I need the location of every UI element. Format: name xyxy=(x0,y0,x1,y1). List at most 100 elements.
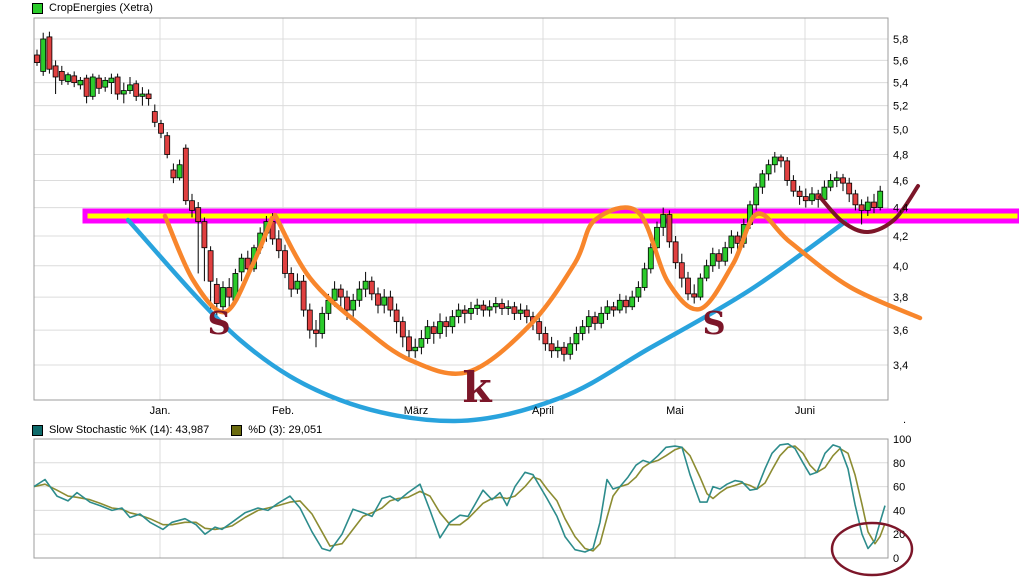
price-legend-label: CropEnergies (Xetra) xyxy=(49,2,153,14)
candle-body xyxy=(486,306,493,311)
candle-body xyxy=(89,76,96,97)
candle-body xyxy=(294,280,301,290)
candle-body xyxy=(319,312,326,334)
candle-body xyxy=(387,296,394,311)
candle-body xyxy=(344,296,350,311)
candle-body xyxy=(437,321,443,334)
pattern-letter-S: S xyxy=(207,304,230,342)
price-legend: CropEnergies (Xetra) xyxy=(32,2,153,14)
stochastic-d-label: %D (3): 29,051 xyxy=(248,424,323,436)
candle-body xyxy=(722,247,729,262)
price-y-tick-label: 3,8 xyxy=(893,292,908,304)
pattern-letter-S: S xyxy=(702,304,725,342)
candle-body xyxy=(282,250,288,274)
candle-body xyxy=(108,77,115,84)
month-label: April xyxy=(532,405,554,417)
stoch-y-tick-label: 100 xyxy=(893,434,911,446)
stochastic-d-swatch-icon xyxy=(231,424,243,436)
candle-body xyxy=(368,280,375,295)
candle-body xyxy=(238,257,245,273)
price-y-tick-label: 5,2 xyxy=(893,101,908,113)
candle-body xyxy=(685,277,691,295)
price-y-tick-label: 4,4 xyxy=(893,203,908,215)
candle-body xyxy=(623,299,629,308)
candle-body xyxy=(734,235,741,244)
candle-body xyxy=(164,135,171,155)
candle-body xyxy=(406,336,412,352)
month-label: Mai xyxy=(666,405,684,417)
candle-body xyxy=(46,36,53,70)
candle-body xyxy=(468,308,474,314)
candle-body xyxy=(189,200,195,211)
price-y-tick-label: 4,8 xyxy=(893,149,908,161)
candle-body xyxy=(71,75,78,84)
candle-body xyxy=(672,241,679,264)
candle-body xyxy=(697,277,704,298)
candle-body xyxy=(399,321,406,338)
candle-body xyxy=(424,326,431,340)
candle-body xyxy=(691,293,698,298)
candle-body xyxy=(784,160,791,181)
candle-body xyxy=(505,306,512,309)
price-y-tick-label: 4,0 xyxy=(893,261,908,273)
candle-body xyxy=(635,287,642,298)
candle-body xyxy=(641,268,648,288)
stochastic-k-line xyxy=(33,442,886,553)
candle-body xyxy=(96,77,102,89)
candle-body xyxy=(418,338,425,348)
candle-body xyxy=(133,83,140,97)
candle-body xyxy=(802,196,809,202)
candle-body xyxy=(300,280,307,311)
candle-body xyxy=(579,326,586,334)
candle-body xyxy=(40,38,47,72)
candle-body xyxy=(709,253,716,267)
stochastic-d-legend-item: %D (3): 29,051 xyxy=(231,424,322,436)
month-label: Jan. xyxy=(150,405,171,417)
candle-body xyxy=(858,204,865,211)
candle-body xyxy=(536,321,543,334)
maroon-oversold-ellipse xyxy=(830,521,914,577)
candle-body xyxy=(833,177,840,181)
price-y-tick-label: 4,2 xyxy=(893,231,908,243)
candle-body xyxy=(666,214,673,243)
price-y-tick-label: 5,8 xyxy=(893,34,908,46)
candle-body xyxy=(275,238,282,252)
candle-body xyxy=(778,156,784,162)
candle-body xyxy=(331,288,338,301)
stochastic-legend: Slow Stochastic %K (14): 43,987 %D (3): … xyxy=(32,424,344,436)
candle-body xyxy=(573,333,580,345)
candle-body xyxy=(381,296,388,306)
candle-body xyxy=(58,71,65,81)
candle-body xyxy=(716,253,722,262)
candle-body xyxy=(114,76,121,95)
candle-body xyxy=(846,182,853,195)
candle-body xyxy=(449,316,456,328)
candle-body xyxy=(548,343,555,352)
candle-body xyxy=(306,309,313,331)
stochastic-k-label: Slow Stochastic %K (14): 43,987 xyxy=(49,424,210,436)
candle-body xyxy=(554,346,561,352)
month-label: Juni xyxy=(795,405,815,417)
candle-body xyxy=(827,180,834,188)
stoch-y-tick-label: 0 xyxy=(893,553,899,565)
candle-body xyxy=(139,93,146,97)
candle-body xyxy=(517,309,524,314)
candle-body xyxy=(77,79,84,86)
candle-body xyxy=(52,65,59,78)
month-label: März xyxy=(404,405,428,417)
price-y-tick-label: 3,4 xyxy=(893,360,908,372)
price-y-tick-label: 5,6 xyxy=(893,55,908,67)
resistance-band xyxy=(82,208,1019,224)
candle-body xyxy=(65,74,71,82)
stoch-panel-border xyxy=(33,438,889,559)
candle-body xyxy=(703,265,710,279)
month-label: Feb. xyxy=(272,405,294,417)
candle-body xyxy=(610,306,617,311)
candle-body xyxy=(393,309,400,323)
candle-body xyxy=(151,111,158,123)
price-y-tick-label: 5,0 xyxy=(893,125,908,137)
candle-body xyxy=(765,164,772,175)
candle-body xyxy=(523,309,530,318)
candle-body xyxy=(511,306,518,314)
candle-body xyxy=(660,214,667,228)
